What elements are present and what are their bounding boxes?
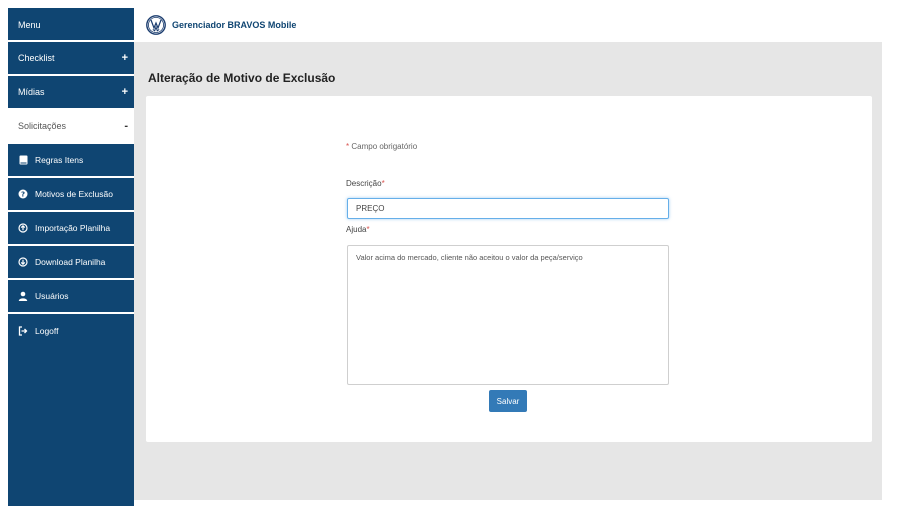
- sidebar-item-label: Importação Planilha: [35, 223, 111, 233]
- description-label-text: Descrição: [346, 179, 382, 188]
- main-content: Alteração de Motivo de Exclusão * Campo …: [134, 42, 882, 500]
- help-textarea[interactable]: Valor acima do mercado, cliente não acei…: [347, 245, 669, 385]
- menu-header: Menu: [8, 8, 134, 42]
- form-card: * Campo obrigatório Descrição* PREÇO Aju…: [146, 96, 872, 442]
- sidebar-section-checklist[interactable]: Checklist +: [8, 42, 134, 76]
- sidebar-item-importacao-planilha[interactable]: Importação Planilha: [8, 212, 134, 246]
- app-title: Gerenciador BRAVOS Mobile: [172, 20, 297, 30]
- description-input[interactable]: PREÇO: [347, 198, 669, 219]
- top-bar: Gerenciador BRAVOS Mobile: [134, 8, 882, 42]
- required-note: * Campo obrigatório: [346, 142, 417, 151]
- sidebar-section-label: Solicitações: [18, 121, 67, 131]
- book-icon: [18, 155, 28, 165]
- sidebar-item-download-planilha[interactable]: Download Planilha: [8, 246, 134, 280]
- circle-arrow-down-icon: [18, 257, 28, 267]
- sidebar-item-label: Download Planilha: [35, 257, 106, 267]
- sidebar-section-label: Checklist: [18, 53, 55, 63]
- collapse-icon: -: [124, 120, 128, 132]
- expand-icon: +: [121, 86, 128, 98]
- page-title: Alteração de Motivo de Exclusão: [148, 71, 336, 85]
- sidebar-item-logoff[interactable]: Logoff: [8, 314, 134, 348]
- sidebar-item-usuarios[interactable]: Usuários: [8, 280, 134, 314]
- vw-logo-icon: [146, 15, 166, 35]
- sidebar-item-motivos-exclusao[interactable]: ? Motivos de Exclusão: [8, 178, 134, 212]
- required-star: *: [366, 225, 370, 234]
- sidebar-item-label: Usuários: [35, 291, 69, 301]
- expand-icon: +: [121, 52, 128, 64]
- sidebar-item-label: Motivos de Exclusão: [35, 189, 113, 199]
- sidebar-item-regras-itens[interactable]: Regras Itens: [8, 144, 134, 178]
- required-note-text: Campo obrigatório: [349, 142, 418, 151]
- sidebar-item-label: Regras Itens: [35, 155, 84, 165]
- help-label-text: Ajuda: [346, 225, 367, 234]
- sidebar-item-label: Logoff: [35, 326, 59, 336]
- logout-icon: [18, 326, 28, 336]
- description-label: Descrição*: [346, 179, 385, 188]
- question-circle-icon: ?: [18, 189, 28, 199]
- sidebar-section-label: Mídias: [18, 87, 45, 97]
- circle-arrow-up-icon: [18, 223, 28, 233]
- required-star: *: [381, 179, 385, 188]
- sidebar-section-solicitacoes[interactable]: Solicitações -: [8, 110, 134, 144]
- sidebar-section-midias[interactable]: Mídias +: [8, 76, 134, 110]
- svg-text:?: ?: [21, 191, 25, 199]
- user-icon: [18, 291, 28, 301]
- help-label: Ajuda*: [346, 225, 370, 234]
- save-button[interactable]: Salvar: [489, 390, 527, 412]
- sidebar: Menu Checklist + Mídias + Solicitações -…: [8, 8, 134, 506]
